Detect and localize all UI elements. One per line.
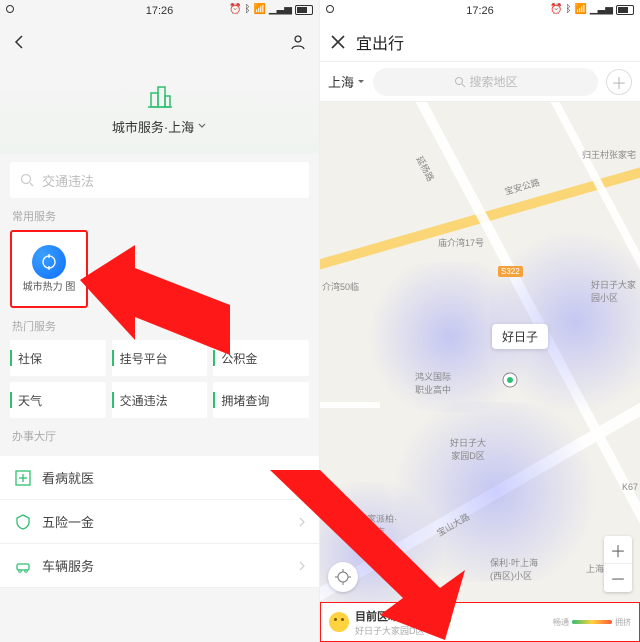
density-legend: 畅通 拥挤: [553, 617, 631, 628]
section-hall-title: 办事大厅: [0, 418, 319, 450]
poi-label: 保利·叶上海 (西区)小区: [490, 556, 538, 582]
chevron-down-icon: [197, 121, 207, 131]
insurance-icon: [14, 513, 32, 531]
bluetooth-icon: ᛒ: [244, 4, 250, 15]
alarm-icon: ⏰: [550, 4, 562, 15]
poi-label: 介湾50临: [322, 280, 359, 293]
heat-overlay: [320, 482, 450, 622]
section-common-title: 常用服务: [0, 198, 319, 230]
poi-label: 庙介湾17号: [438, 236, 484, 249]
alarm-icon: ⏰: [229, 4, 241, 15]
page-header: [0, 22, 319, 62]
status-time: 17:26: [466, 5, 494, 17]
search-icon: [454, 76, 466, 88]
poi-label: 宝安公路: [503, 175, 541, 197]
map-callout[interactable]: 好日子: [492, 324, 548, 349]
hall-item[interactable]: 车辆服务: [0, 544, 319, 588]
notification-dot-icon: [326, 5, 334, 13]
poi-label: 归王村张家宅: [582, 148, 636, 161]
hot-item[interactable]: 天气: [10, 382, 106, 418]
search-input[interactable]: 搜索地区: [373, 68, 598, 96]
poi-label: 鸿义国际 职业高中: [415, 370, 451, 396]
notification-dot-icon: [6, 5, 14, 13]
zoom-out-button[interactable]: －: [604, 564, 632, 592]
poi-label: 好日子大家 园小区: [591, 278, 636, 304]
density-title: 目前区域人数: [355, 608, 421, 624]
hall-label: 看病就医: [42, 468, 94, 487]
chevron-right-icon: [297, 473, 307, 483]
hot-item[interactable]: 公积金: [213, 340, 309, 376]
hall-label: 车辆服务: [42, 556, 94, 575]
car-icon: [14, 557, 32, 575]
caret-down-icon: [357, 78, 365, 86]
poi-label: 好日子大 家园D区: [450, 436, 486, 462]
battery-icon: [295, 5, 313, 15]
search-row: 上海 搜索地区 ＋: [320, 62, 640, 102]
status-bar: 17:26 ⏰ ᛒ 📶 ▁▃▅: [0, 0, 319, 22]
map-canvas[interactable]: 归王村张家宅 宝安公路 庙介湾17号 介湾50临 好日子大家 园小区 鸿义国际 …: [320, 102, 640, 642]
chevron-right-icon: [297, 561, 307, 571]
wifi-icon: 📶: [574, 4, 586, 15]
poi-label: 延杨路: [413, 154, 437, 184]
city-label: 城市服务·上海: [112, 117, 194, 136]
hall-label: 五险一金: [42, 512, 94, 531]
search-placeholder: 搜索地区: [470, 73, 518, 90]
density-bar[interactable]: 目前区域人数 畅通 好日子大家园D区 畅通 拥挤: [320, 602, 640, 642]
hall-item[interactable]: 看病就医: [0, 456, 319, 500]
heatmap-icon: [32, 245, 66, 279]
heatmap-card[interactable]: 城市热力 图: [10, 230, 88, 308]
city-dropdown[interactable]: 上海: [328, 72, 365, 91]
status-badge: 畅通: [425, 608, 451, 623]
legend-bar-icon: [572, 620, 612, 624]
hot-item[interactable]: 挂号平台: [112, 340, 208, 376]
search-icon: [20, 173, 34, 187]
hero-section: 城市服务·上海: [0, 62, 319, 154]
poi-label: K67: [622, 482, 638, 492]
medical-icon: [14, 469, 32, 487]
user-icon[interactable]: [289, 33, 307, 51]
left-phone: 17:26 ⏰ ᛒ 📶 ▁▃▅ 城市服务·上海 交通违法 常用服务: [0, 0, 320, 642]
poi-label: 如家派柏· 云酒店: [358, 512, 397, 538]
hot-item[interactable]: 交通违法: [112, 382, 208, 418]
search-placeholder: 交通违法: [42, 171, 94, 190]
density-sub: 好日子大家园D区: [355, 624, 451, 637]
hot-services-grid: 社保 挂号平台 公积金 天气 交通违法 拥堵查询: [0, 340, 319, 418]
heat-overlay: [490, 222, 640, 422]
add-button[interactable]: ＋: [606, 69, 632, 95]
city-selector[interactable]: 城市服务·上海: [112, 117, 207, 136]
bluetooth-icon: ᛒ: [565, 4, 571, 15]
signal-icon: ▁▃▅: [590, 4, 613, 15]
battery-icon: [616, 5, 634, 15]
back-icon[interactable]: [12, 34, 28, 50]
status-bar: 17:26 ⏰ ᛒ 📶 ▁▃▅: [320, 0, 640, 22]
zoom-control: ＋ －: [604, 536, 632, 592]
section-hot-title: 热门服务: [0, 308, 319, 340]
hall-item[interactable]: 五险一金: [0, 500, 319, 544]
page-header: 宜出行: [320, 22, 640, 62]
locate-button[interactable]: [328, 562, 358, 592]
right-phone: 17:26 ⏰ ᛒ 📶 ▁▃▅ 宜出行 上海 搜索地区 ＋: [320, 0, 640, 642]
heatmap-label: 城市热力 图: [23, 283, 76, 294]
search-input[interactable]: 交通违法: [10, 162, 309, 198]
wifi-icon: 📶: [253, 4, 265, 15]
hot-item[interactable]: 拥堵查询: [213, 382, 309, 418]
close-icon[interactable]: [330, 34, 346, 50]
chevron-right-icon: [297, 517, 307, 527]
page-title: 宜出行: [356, 30, 404, 54]
crosshair-icon: [335, 569, 351, 585]
zoom-in-button[interactable]: ＋: [604, 536, 632, 564]
orange-badge: S322: [498, 266, 523, 277]
signal-icon: ▁▃▅: [269, 4, 292, 15]
road: [320, 402, 380, 408]
map-pin-icon: [500, 370, 520, 390]
hall-list: 看病就医 五险一金 车辆服务: [0, 456, 319, 588]
city-value: 上海: [328, 72, 354, 91]
city-icon: [145, 81, 175, 111]
smile-icon: [329, 612, 349, 632]
status-time: 17:26: [146, 5, 174, 17]
hot-item[interactable]: 社保: [10, 340, 106, 376]
